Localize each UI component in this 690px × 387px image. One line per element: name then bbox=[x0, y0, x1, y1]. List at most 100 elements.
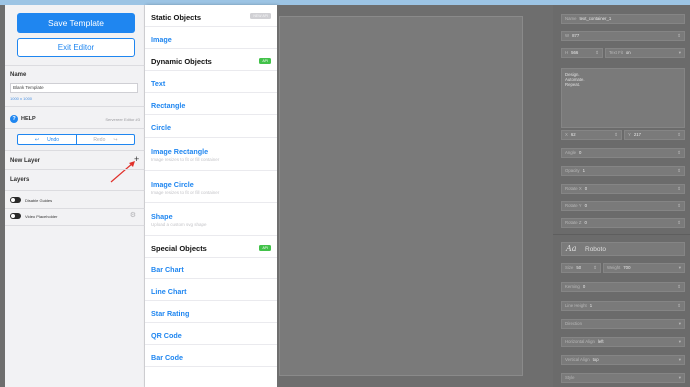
name-label: Name bbox=[10, 72, 27, 78]
element-name-field[interactable]: Name text_container_1 bbox=[561, 14, 685, 24]
stepper-icon[interactable]: ⇕ bbox=[614, 131, 618, 139]
stepper-icon[interactable]: ⇕ bbox=[677, 185, 681, 193]
text-fit-select[interactable]: Text Fit on ▾ bbox=[605, 48, 685, 58]
divider bbox=[5, 65, 145, 66]
width-field[interactable]: W 877 ⇕ bbox=[561, 31, 685, 41]
field-value: on bbox=[625, 50, 631, 55]
menu-item-description: Upload a custom svg shape bbox=[151, 222, 207, 227]
design-canvas[interactable] bbox=[279, 16, 523, 376]
menu-item-description: Image resizes to fit or fill container bbox=[151, 157, 220, 162]
menu-item-shape[interactable]: Shape Upload a custom svg shape bbox=[145, 203, 277, 236]
height-field[interactable]: H 566 ⇕ bbox=[561, 48, 603, 58]
divider bbox=[5, 208, 145, 209]
field-value: top bbox=[592, 357, 599, 362]
stepper-icon[interactable]: ⇕ bbox=[677, 302, 681, 310]
menu-item-label: Bar Chart bbox=[151, 265, 184, 274]
field-label: Name bbox=[565, 16, 577, 21]
menu-item-label: Shape bbox=[151, 212, 173, 221]
horizontal-align-select[interactable]: Horizontal Align left ▾ bbox=[561, 337, 685, 347]
kerning-field[interactable]: Kerning 0 ⇕ bbox=[561, 282, 685, 292]
menu-item-circle[interactable]: Circle bbox=[145, 115, 277, 138]
menu-item-description: Image resizes to fit or fill container bbox=[151, 190, 220, 195]
stepper-icon[interactable]: ⇕ bbox=[677, 283, 681, 291]
divider bbox=[5, 190, 145, 191]
font-family-picker[interactable]: Aa Roboto bbox=[561, 242, 685, 256]
line-height-field[interactable]: Line Height 1 ⇕ bbox=[561, 301, 685, 311]
style-select[interactable]: Style ▾ bbox=[561, 373, 685, 383]
font-name: Roboto bbox=[585, 246, 606, 253]
menu-item-label: Rectangle bbox=[151, 101, 186, 110]
stepper-icon[interactable]: ⇕ bbox=[677, 149, 681, 157]
font-icon: Aa bbox=[566, 244, 577, 253]
save-template-button[interactable]: Save Template bbox=[17, 13, 135, 33]
undo-icon: ↩ bbox=[34, 136, 40, 143]
field-label: Text Fit bbox=[609, 50, 623, 55]
menu-item-line-chart[interactable]: Line Chart bbox=[145, 279, 277, 301]
menu-item-label: Image Rectangle bbox=[151, 147, 209, 156]
field-value: 0 bbox=[582, 284, 586, 289]
special-objects-title: Special Objects bbox=[151, 244, 207, 253]
redo-button[interactable]: Redo ↪ bbox=[75, 135, 134, 144]
angle-field[interactable]: Angle 0 ⇕ bbox=[561, 148, 685, 158]
menu-item-label: Line Chart bbox=[151, 287, 187, 296]
menu-item-image-circle[interactable]: Image Circle Image resizes to fit or fil… bbox=[145, 171, 277, 203]
opacity-field[interactable]: Opacity 1 ⇕ bbox=[561, 166, 685, 176]
y-field[interactable]: Y 217 ⇕ bbox=[624, 130, 685, 140]
text-content-area[interactable]: Design. Automate. Repeat. bbox=[561, 68, 685, 128]
exit-editor-button[interactable]: Exit Editor bbox=[17, 38, 135, 57]
gear-icon[interactable]: ⚙ bbox=[130, 212, 136, 220]
divider bbox=[5, 225, 145, 226]
undo-label: Undo bbox=[47, 136, 60, 143]
menu-item-label: Image Circle bbox=[151, 180, 194, 189]
field-label: Y bbox=[628, 132, 631, 137]
help-icon[interactable]: ? bbox=[10, 115, 18, 123]
chevron-down-icon: ▾ bbox=[678, 357, 681, 362]
rotate-x-field[interactable]: Rotate X0 ⇕ bbox=[561, 184, 685, 194]
font-weight-select[interactable]: Weight 700 ▾ bbox=[603, 263, 685, 273]
field-value: 0 bbox=[584, 203, 588, 208]
font-size-field[interactable]: Size 50 ⇕ bbox=[561, 263, 601, 273]
chevron-down-icon: ▾ bbox=[678, 339, 681, 344]
menu-item-text[interactable]: Text bbox=[145, 71, 277, 93]
menu-item-qr-code[interactable]: QR Code bbox=[145, 323, 277, 345]
video-placeholder-toggle[interactable] bbox=[10, 213, 21, 219]
x-field[interactable]: X 62 ⇕ bbox=[561, 130, 622, 140]
field-value: left bbox=[597, 339, 604, 344]
stepper-icon[interactable]: ⇕ bbox=[677, 219, 681, 227]
stepper-icon[interactable]: ⇕ bbox=[677, 32, 681, 40]
disable-guides-toggle[interactable] bbox=[10, 197, 21, 203]
static-objects-header: Static Objects NEW API bbox=[145, 5, 277, 27]
stepper-icon[interactable]: ⇕ bbox=[677, 131, 681, 139]
field-value: 1 bbox=[582, 168, 585, 173]
menu-item-rectangle[interactable]: Rectangle bbox=[145, 93, 277, 115]
menu-item-bar-code[interactable]: Bar Code bbox=[145, 345, 277, 367]
divider bbox=[5, 150, 145, 151]
help-link[interactable]: HELP bbox=[21, 116, 36, 122]
special-objects-header: Special Objects API bbox=[145, 236, 277, 258]
chevron-down-icon: ▾ bbox=[678, 375, 681, 380]
menu-item-image-rectangle[interactable]: Image Rectangle Image resizes to fit or … bbox=[145, 138, 277, 171]
stepper-icon[interactable]: ⇕ bbox=[677, 202, 681, 210]
undo-button[interactable]: ↩ Undo bbox=[18, 135, 76, 144]
menu-item-star-rating[interactable]: Star Rating bbox=[145, 301, 277, 323]
direction-select[interactable]: Direction ▾ bbox=[561, 319, 685, 329]
menu-item-bar-chart[interactable]: Bar Chart bbox=[145, 258, 277, 279]
stepper-icon[interactable]: ⇕ bbox=[593, 264, 597, 272]
field-label: H bbox=[565, 50, 569, 55]
menu-item-image[interactable]: Image bbox=[145, 27, 277, 49]
stepper-icon[interactable]: ⇕ bbox=[595, 49, 599, 57]
field-label: Direction bbox=[565, 321, 582, 326]
menu-item-label: Star Rating bbox=[151, 309, 190, 318]
video-placeholder-row: Video Placeholder ⚙ bbox=[10, 212, 140, 220]
annotation-arrow-icon bbox=[110, 161, 135, 183]
field-label: Horizontal Align bbox=[565, 339, 595, 344]
template-name-input[interactable]: Blank Template bbox=[10, 83, 138, 93]
field-value: 0 bbox=[584, 186, 588, 191]
field-label: W bbox=[565, 33, 570, 38]
divider bbox=[5, 128, 145, 129]
stepper-icon[interactable]: ⇕ bbox=[677, 167, 681, 175]
canvas-area[interactable] bbox=[277, 5, 553, 387]
rotate-z-field[interactable]: Rotate Z0 ⇕ bbox=[561, 218, 685, 228]
rotate-y-field[interactable]: Rotate Y0 ⇕ bbox=[561, 201, 685, 211]
vertical-align-select[interactable]: Vertical Align top ▾ bbox=[561, 355, 685, 365]
